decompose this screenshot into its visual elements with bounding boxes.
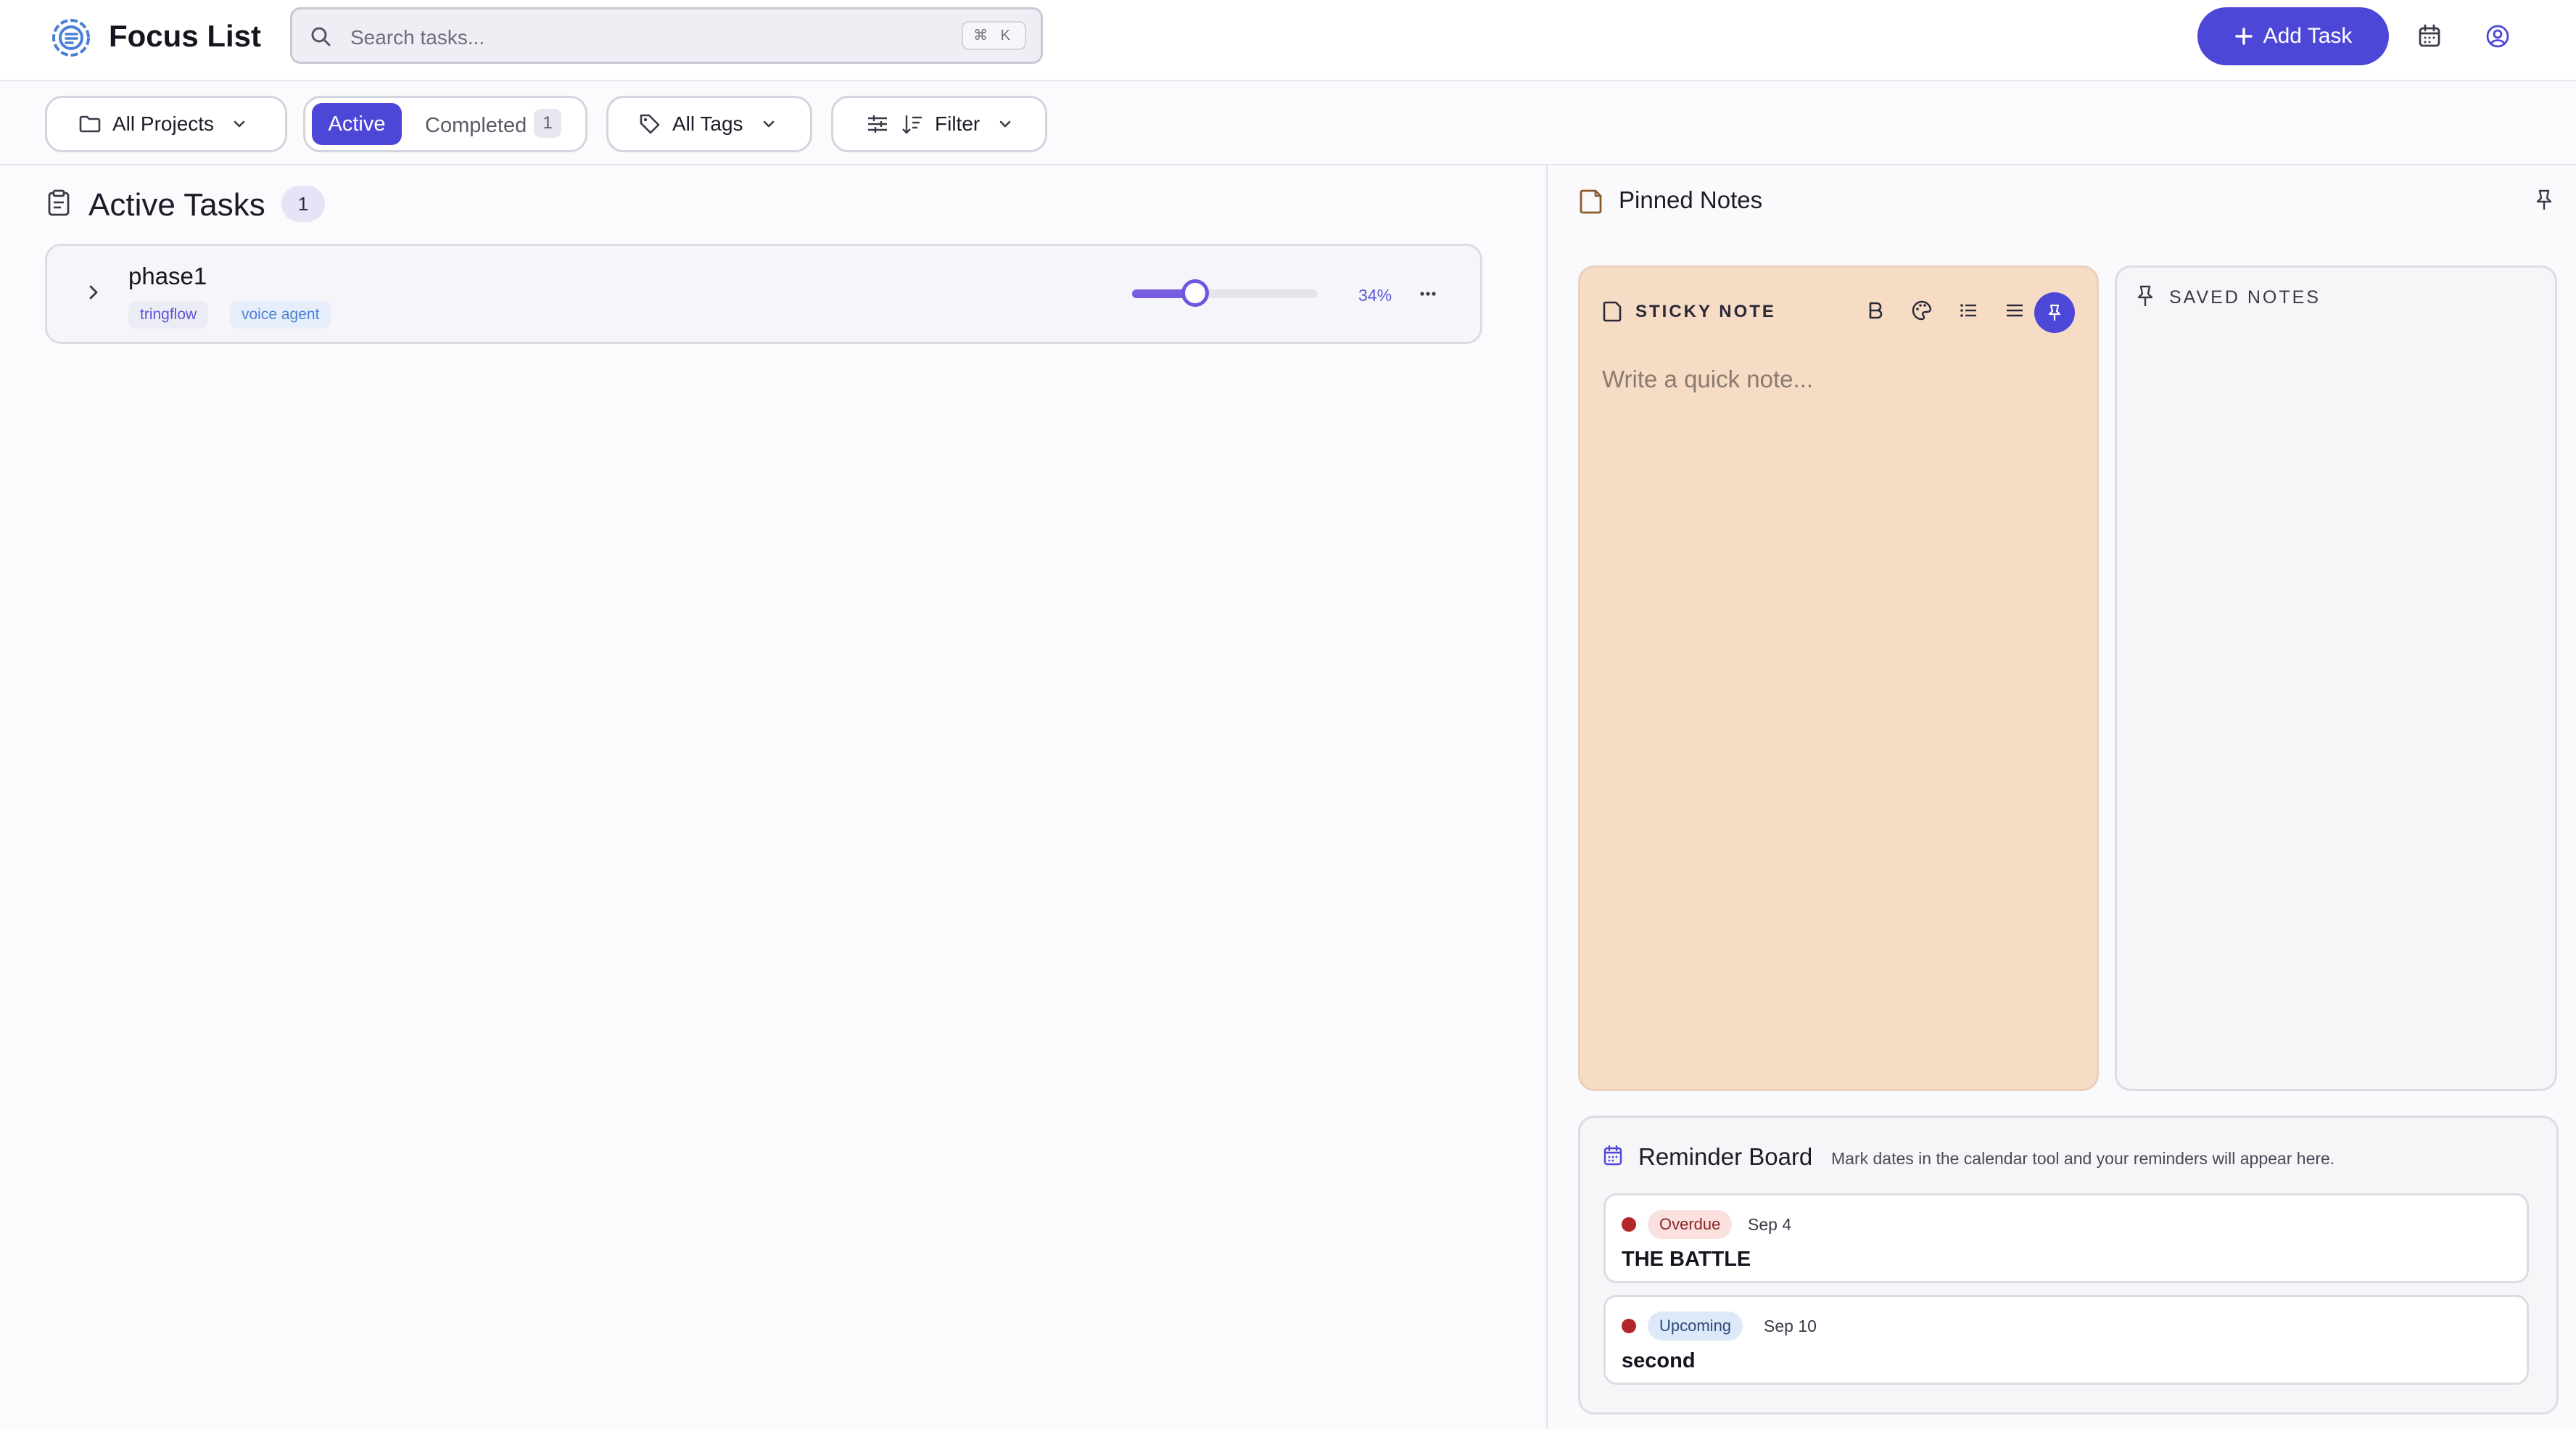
calendar-icon[interactable]	[2415, 22, 2444, 51]
tags-label: All Tags	[672, 112, 743, 135]
reminder-item[interactable]: Upcoming Sep 10 second	[1603, 1295, 2529, 1385]
task-tag[interactable]: voice agent	[230, 301, 331, 329]
projects-label: All Projects	[112, 112, 215, 135]
progress-slider-thumb[interactable]	[1181, 279, 1210, 307]
tags-dropdown[interactable]: All Tags	[606, 96, 812, 152]
plus-icon	[2234, 27, 2253, 46]
filter-icon	[865, 112, 890, 136]
reminder-board: Reminder Board Mark dates in the calenda…	[1578, 1116, 2559, 1414]
status-badge: Upcoming	[1648, 1311, 1743, 1341]
note-icon	[1602, 300, 1624, 323]
reminder-board-title: Reminder Board	[1638, 1143, 1813, 1170]
add-task-label: Add Task	[2263, 24, 2353, 48]
reminder-item[interactable]: Overdue Sep 4 THE BATTLE	[1603, 1193, 2529, 1283]
palette-icon[interactable]	[1910, 298, 1934, 323]
user-icon[interactable]	[2483, 22, 2512, 51]
sticky-note-input[interactable]: Write a quick note...	[1602, 365, 1813, 394]
pin-icon	[2044, 302, 2065, 323]
chevron-down-icon	[230, 115, 249, 133]
app-title: Focus List	[109, 19, 262, 53]
reminder-date: Sep 4	[1748, 1215, 1792, 1234]
search-icon	[308, 24, 333, 49]
saved-notes-card: SAVED NOTES	[2115, 265, 2557, 1091]
note-icon	[1578, 187, 1604, 215]
reminder-title: second	[1622, 1349, 1696, 1372]
bold-icon[interactable]	[1863, 298, 1888, 323]
top-header: Focus List Search tasks... ⌘ K Add Task	[0, 0, 2576, 81]
chevron-down-icon	[759, 115, 778, 133]
filter-dropdown[interactable]: Filter	[831, 96, 1047, 152]
progress-percent: 34%	[1358, 286, 1392, 305]
reminder-date: Sep 10	[1764, 1317, 1817, 1335]
active-count-badge: 1	[281, 186, 325, 222]
pin-icon	[2134, 284, 2156, 308]
sticky-note-label: STICKY NOTE	[1635, 302, 1776, 321]
status-badge: Overdue	[1648, 1210, 1733, 1239]
sort-icon	[900, 112, 925, 136]
reminder-title: THE BATTLE	[1622, 1248, 1751, 1271]
search-placeholder: Search tasks...	[350, 26, 485, 49]
calendar-icon	[1602, 1144, 1624, 1167]
reminder-board-subtitle: Mark dates in the calendar tool and your…	[1831, 1149, 2335, 1168]
section-title: Active Tasks	[88, 187, 265, 223]
sticky-note-card: STICKY NOTE Write a quick note...	[1578, 265, 2099, 1091]
filter-label: Filter	[935, 112, 981, 135]
align-icon[interactable]	[2002, 298, 2027, 323]
clipboard-icon	[45, 189, 73, 218]
progress-slider[interactable]	[1132, 279, 1318, 307]
chevron-right-icon[interactable]	[80, 279, 107, 305]
more-icon[interactable]	[1413, 279, 1442, 308]
search-input[interactable]: Search tasks... ⌘ K	[290, 7, 1043, 64]
status-dot	[1622, 1217, 1636, 1232]
bulleted-list-icon[interactable]	[1956, 298, 1981, 323]
status-dot	[1622, 1319, 1636, 1333]
tab-completed[interactable]: Completed	[425, 113, 527, 138]
chevron-down-icon	[996, 115, 1015, 133]
completed-count-badge: 1	[534, 109, 561, 138]
task-name[interactable]: phase1	[128, 262, 207, 291]
tag-icon	[637, 112, 662, 136]
add-task-button[interactable]: Add Task	[2197, 7, 2389, 65]
task-row[interactable]: phase1 tringflow voice agent 34%	[45, 244, 1482, 344]
folder-icon	[78, 112, 102, 136]
logo-icon	[48, 15, 94, 61]
pinned-notes-panel: Pinned Notes STICKY NOTE Write a quick n…	[1546, 165, 2576, 1429]
panel-title: Pinned Notes	[1619, 186, 1763, 213]
task-tag[interactable]: tringflow	[128, 301, 209, 329]
search-shortcut-hint: ⌘ K	[962, 21, 1026, 50]
pin-note-button[interactable]	[2034, 292, 2075, 333]
saved-notes-label: SAVED NOTES	[2169, 287, 2321, 308]
tab-active[interactable]: Active	[312, 103, 402, 145]
projects-dropdown[interactable]: All Projects	[45, 96, 287, 152]
pin-icon[interactable]	[2531, 187, 2557, 213]
